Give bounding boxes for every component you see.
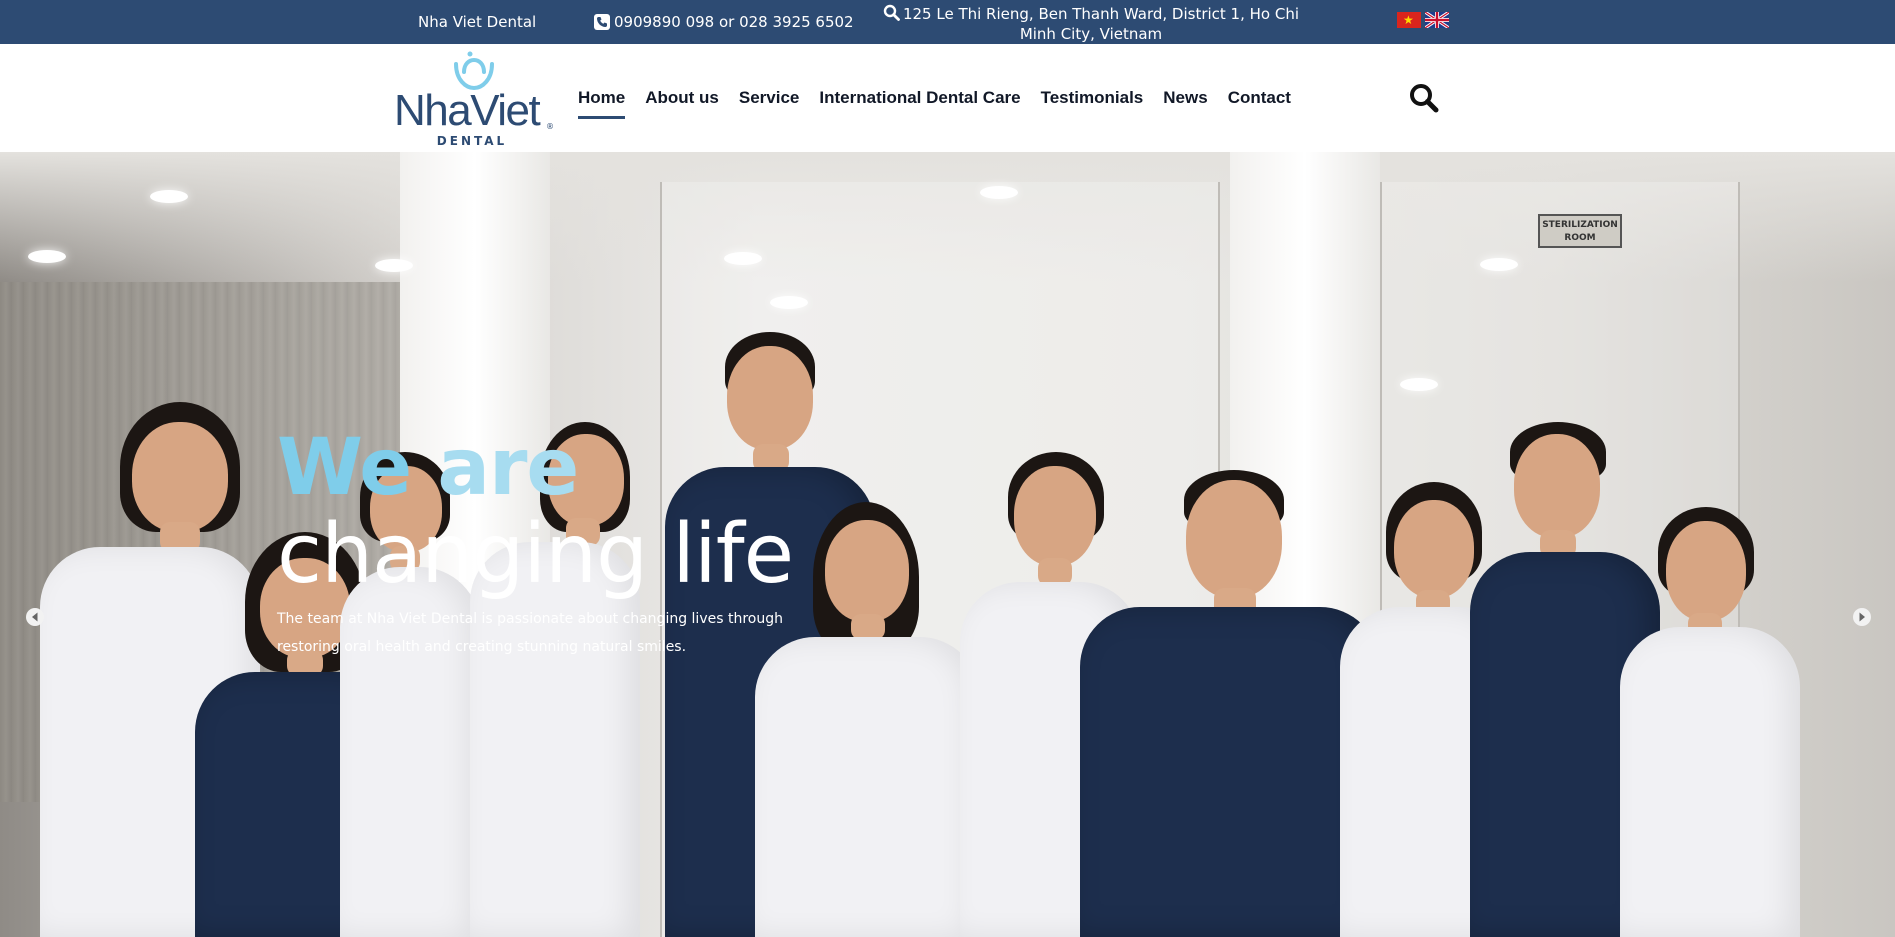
ceiling-light [28,250,66,263]
hero-caption: We are changing life The team at Nha Vie… [277,423,797,661]
topbar-brand: Nha Viet Dental [418,13,537,31]
nav-testimonials[interactable]: Testimonials [1041,88,1144,108]
ceiling-light [1400,378,1438,391]
nav-contact[interactable]: Contact [1228,88,1291,108]
sterilization-room-sign: STERILIZATION ROOM [1538,214,1622,248]
ceiling-light [1480,258,1518,271]
logo-wordmark: NhaViet [394,86,541,135]
main-nav: Home About us Service International Dent… [578,88,1311,119]
slider-next-button[interactable] [1853,608,1871,626]
topbar-address-text: 125 Le Thi Rieng, Ben Thanh Ward, Distri… [902,5,1300,43]
nav-service[interactable]: Service [739,88,800,108]
topbar-phone[interactable]: 0909890 098 or 028 3925 6502 [594,13,854,31]
logo-trademark: ® [546,122,554,131]
logo-tooth-icon [454,51,494,90]
hero-slider: STERILIZATION ROOM We are changing life … [0,152,1895,937]
hero-heading-line1: We are [277,423,797,513]
slider-prev-button[interactable] [26,608,44,626]
header-search-button[interactable] [1408,82,1440,114]
top-info-bar: Nha Viet Dental 0909890 098 or 028 3925 … [0,0,1895,44]
phone-icon [594,14,610,30]
arrow-left-icon [32,612,38,622]
main-header: NhaViet ® DENTAL Home About us Service I… [0,44,1895,152]
topbar-address[interactable]: 125 Le Thi Rieng, Ben Thanh Ward, Distri… [864,4,1318,43]
search-icon [883,4,900,25]
ceiling-light [375,259,413,272]
nav-home[interactable]: Home [578,88,626,119]
staff-member [1620,507,1800,937]
hero-description: The team at Nha Viet Dental is passionat… [277,611,783,655]
hero-heading-word-are: are [437,423,579,513]
staff-member [1080,470,1380,937]
search-icon [1410,84,1439,113]
flag-vietnam-icon[interactable]: ★ [1397,12,1421,28]
ceiling-light [150,190,188,203]
arrow-right-icon [1859,612,1865,622]
nav-news[interactable]: News [1163,88,1207,108]
hero-heading-word-we: We [277,423,412,513]
nav-international-dental-care[interactable]: International Dental Care [819,88,1020,108]
nav-about-us[interactable]: About us [645,88,719,108]
site-logo[interactable]: NhaViet ® DENTAL [394,50,554,148]
language-switcher: ★ [1397,12,1449,28]
flag-uk-icon[interactable] [1425,12,1449,28]
ceiling-light [724,252,762,265]
ceiling-light [770,296,808,309]
topbar-phone-text: 0909890 098 or 028 3925 6502 [614,13,854,31]
hero-heading-line2: changing life [277,507,794,602]
ceiling-light [980,186,1018,199]
logo-subtitle: DENTAL [436,134,508,148]
